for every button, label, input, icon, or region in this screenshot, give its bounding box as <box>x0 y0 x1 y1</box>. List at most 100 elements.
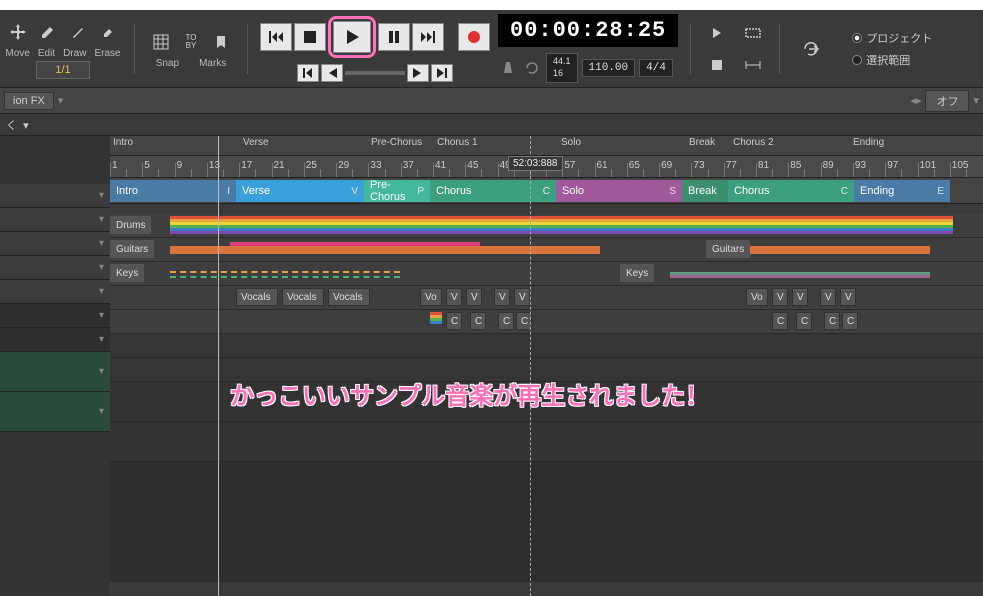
c-clip-5[interactable]: C <box>772 312 788 330</box>
track-guitars[interactable]: Guitars Guitars <box>110 238 983 262</box>
main-toolbar: Move Edit Draw Erase 1/1 TOBY Snap Marks <box>0 10 983 88</box>
pause-button[interactable] <box>378 23 410 51</box>
export-project-radio[interactable]: プロジェクト <box>852 30 932 46</box>
metronome-button[interactable] <box>498 58 518 78</box>
marker-pre-chorus[interactable]: Pre-Chorus <box>368 136 425 149</box>
track-empty-1[interactable] <box>110 334 983 358</box>
v-clip-4[interactable]: V <box>514 288 530 306</box>
section-pre-chorus[interactable]: Pre-ChorusP <box>364 180 430 202</box>
track-empty-4[interactable] <box>110 422 983 462</box>
export-button[interactable] <box>792 35 832 63</box>
export-selection-radio[interactable]: 選択範囲 <box>852 52 932 68</box>
track-head-vocals1[interactable]: ▾ <box>0 256 110 280</box>
transport-controls <box>260 16 490 58</box>
marks-label: Marks <box>199 58 226 69</box>
stop-small-button[interactable] <box>703 51 731 79</box>
marker-break[interactable]: Break <box>686 136 718 149</box>
track-head-guitars[interactable]: ▾ <box>0 208 110 232</box>
ruler-bar-29: 29 <box>338 160 349 171</box>
loop-button[interactable] <box>522 58 542 78</box>
erase-tool[interactable] <box>94 18 122 46</box>
ruler-bar-81: 81 <box>758 160 769 171</box>
dropdown-stub[interactable]: く ▾ <box>6 117 29 133</box>
marker-chorus 2[interactable]: Chorus 2 <box>730 136 777 149</box>
c-clip-6[interactable]: C <box>796 312 812 330</box>
step-fwd-button[interactable] <box>407 64 429 82</box>
selection-button[interactable] <box>739 51 767 79</box>
track-vocals-row2[interactable]: C C C C C C C C <box>110 310 983 334</box>
section-break[interactable]: Break <box>682 180 728 202</box>
marker-chorus 1[interactable]: Chorus 1 <box>434 136 481 149</box>
vo-clip-2[interactable]: Vo <box>746 288 768 306</box>
v-clip-1[interactable]: V <box>446 288 462 306</box>
v-clip-8[interactable]: V <box>840 288 856 306</box>
snap-fraction[interactable]: 1/1 <box>36 61 89 79</box>
tempo-field[interactable]: 110.00 <box>582 59 636 77</box>
goto-start-button[interactable] <box>297 64 319 82</box>
section-chorus[interactable]: ChorusC <box>728 180 854 202</box>
draw-tool[interactable] <box>64 18 92 46</box>
timecode-display[interactable]: 00:00:28:25 <box>498 14 678 47</box>
track-keys[interactable]: Keys Keys <box>110 262 983 286</box>
section-chorus[interactable]: ChorusC <box>430 180 556 202</box>
ruler-bar-33: 33 <box>370 160 381 171</box>
marker-ending[interactable]: Ending <box>850 136 887 149</box>
marker-row: Intro Verse Pre-Chorus Chorus 1 Solo Break Cho… <box>110 136 983 156</box>
to-by-button[interactable]: TOBY <box>177 28 205 56</box>
c-clip-7[interactable]: C <box>824 312 840 330</box>
vocals-clip-1[interactable]: Vocals <box>236 288 278 306</box>
track-drums[interactable]: Drums <box>110 214 983 238</box>
playhead[interactable] <box>218 136 219 596</box>
marker-intro[interactable]: Intro <box>110 136 136 149</box>
track-head-7[interactable]: ▾ <box>0 328 110 352</box>
track-head-drums[interactable]: ▾ <box>0 184 110 208</box>
section-verse[interactable]: VerseV <box>236 180 364 202</box>
track-head-vocals2[interactable]: ▾ <box>0 280 110 304</box>
snap-grid-button[interactable] <box>147 28 175 56</box>
arrangement-sections: IntroIVerseVPre-ChorusPChorusCSoloSBreak… <box>110 178 983 204</box>
vocals-clip-2[interactable]: Vocals <box>282 288 324 306</box>
fast-forward-button[interactable] <box>412 23 444 51</box>
rewind-button[interactable] <box>260 23 292 51</box>
goto-end-button[interactable] <box>431 64 453 82</box>
edit-tool[interactable] <box>34 18 62 46</box>
c-clip-8[interactable]: C <box>842 312 858 330</box>
v-clip-6[interactable]: V <box>792 288 808 306</box>
off-button[interactable]: オフ <box>925 90 969 112</box>
ruler-bar-21: 21 <box>274 160 285 171</box>
ruler-bar-85: 85 <box>790 160 801 171</box>
play-button[interactable] <box>333 21 371 53</box>
track-head-6[interactable]: ▾ <box>0 304 110 328</box>
timesig-field[interactable]: 4/4 <box>639 59 673 77</box>
stop-button[interactable] <box>294 23 326 51</box>
vocals-clip-3[interactable]: Vocals <box>328 288 370 306</box>
v-clip-2[interactable]: V <box>466 288 482 306</box>
c-clip-2[interactable]: C <box>470 312 486 330</box>
track-head-keys[interactable]: ▾ <box>0 232 110 256</box>
section-solo[interactable]: SoloS <box>556 180 682 202</box>
track-vocals-row1[interactable]: Vocals Vocals Vocals Vo V V V V Vo V V V… <box>110 286 983 310</box>
loop-region-button[interactable] <box>739 19 767 47</box>
track-head-9[interactable]: ▾ <box>0 392 110 432</box>
step-back-button[interactable] <box>321 64 343 82</box>
c-clip-3[interactable]: C <box>498 312 514 330</box>
move-tool[interactable] <box>4 18 32 46</box>
annotation-text: かっこいいサンプル音楽が再生されました！ <box>230 376 709 411</box>
marker-verse[interactable]: Verse <box>240 136 272 149</box>
record-button[interactable] <box>458 23 490 51</box>
fx-chip[interactable]: ion FX <box>4 92 54 110</box>
export-selection-label: 選択範囲 <box>866 52 910 68</box>
timeline-area[interactable]: IntroVersePre-ChorusChorus 1SoloBreakCho… <box>110 136 983 596</box>
track-head-8[interactable]: ▾ <box>0 352 110 392</box>
vo-clip-1[interactable]: Vo <box>420 288 442 306</box>
v-clip-7[interactable]: V <box>820 288 836 306</box>
marker-solo[interactable]: Solo <box>558 136 584 149</box>
v-clip-3[interactable]: V <box>494 288 510 306</box>
c-clip-1[interactable]: C <box>446 312 462 330</box>
cursor-timecode: 52:03:888 <box>508 156 563 171</box>
marks-button[interactable] <box>207 28 235 56</box>
v-clip-5[interactable]: V <box>772 288 788 306</box>
sample-rate[interactable]: 44.116 <box>546 53 578 83</box>
section-ending[interactable]: EndingE <box>854 180 950 202</box>
play-small-button[interactable] <box>703 19 731 47</box>
